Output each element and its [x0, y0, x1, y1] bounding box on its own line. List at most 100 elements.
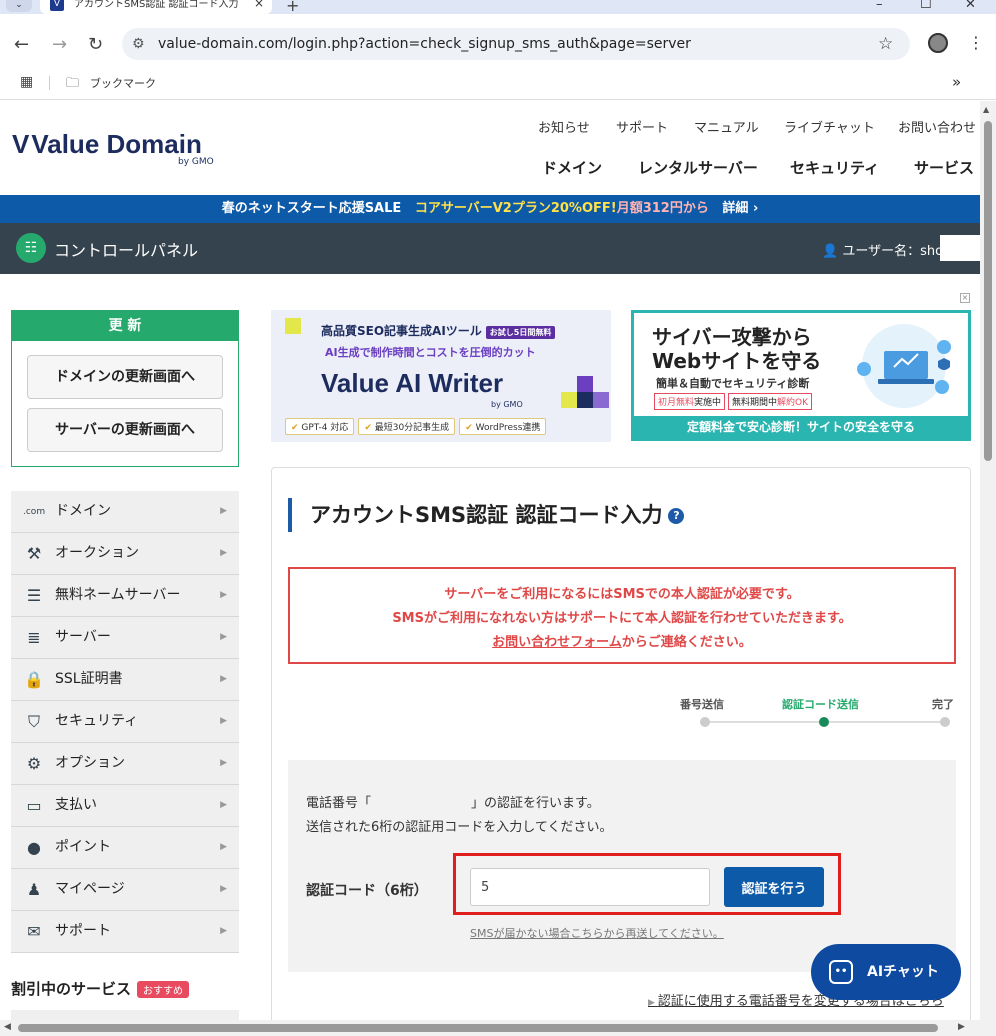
banner-detail-link[interactable]: 詳細 › — [722, 201, 758, 216]
warning-line: サーバーをご利用になるにはSMSでの本人認証が必要です。 — [444, 587, 800, 602]
main-nav-service[interactable]: サービス — [914, 157, 974, 178]
sidebar-item-label: 支払い — [55, 797, 97, 813]
util-nav-contact[interactable]: お問い合わせ — [898, 117, 976, 136]
chevron-right-icon: ▶ — [220, 842, 227, 852]
back-icon[interactable]: ← — [14, 34, 29, 55]
util-nav-support[interactable]: サポート — [616, 117, 668, 136]
sidebar-item-point[interactable]: ● ポイント ▶ — [11, 827, 239, 869]
sidebar-item-label: オークション — [55, 545, 139, 561]
sidebar-item-support[interactable]: ✉ サポート ▶ — [11, 911, 239, 953]
verify-button[interactable]: 認証を行う — [724, 867, 824, 907]
new-tab-icon[interactable]: + — [286, 0, 299, 15]
control-panel-title[interactable]: コントロールパネル — [54, 237, 198, 261]
ad1-features: GPT-4 対応最短30分記事生成WordPress連携 — [285, 418, 550, 435]
sidebar-item-label: サポート — [55, 923, 111, 939]
main-nav-security[interactable]: セキュリティ — [790, 157, 879, 178]
logo-gmo: by GMO — [178, 157, 214, 167]
ad2-headline: サイバー攻撃から Webサイトを守る — [652, 325, 822, 373]
chevron-right-icon: ▶ — [220, 632, 227, 642]
sidebar-item-server[interactable]: ≣ サーバー ▶ — [11, 617, 239, 659]
ai-writer-ad[interactable]: 高品質SEO記事生成AIツール お試し5日間無料 AI生成で制作時間とコストを圧倒… — [271, 310, 611, 442]
sale-banner[interactable]: 春のネットスタート応援SALE コアサーバーV2プラン20%OFF!月額312円… — [0, 195, 980, 223]
main-nav-domain[interactable]: ドメイン — [542, 157, 602, 178]
maximize-icon[interactable]: ☐ — [920, 0, 932, 12]
window-close-icon[interactable]: ✕ — [965, 0, 976, 12]
address-bar[interactable]: ⚙ value-domain.com/login.php?action=chec… — [122, 28, 910, 60]
scroll-right-icon[interactable]: ▶ — [958, 1022, 965, 1032]
ai-chat-button[interactable]: •• AIチャット — [811, 944, 961, 1000]
minimize-icon[interactable]: – — [876, 0, 883, 12]
contact-form-link[interactable]: お問い合わせフォーム — [492, 635, 622, 650]
scroll-left-icon[interactable]: ◀ — [4, 1022, 11, 1032]
horizontal-scrollbar[interactable]: ◀ ▶ — [0, 1020, 996, 1036]
browser-tab-strip: ⌄ V アカウントSMS認証 認証コード入力 × + – ☐ ✕ — [0, 0, 996, 15]
lock-icon: 🔒 — [24, 670, 44, 689]
sidebar-item-mypage[interactable]: ♟ マイページ ▶ — [11, 869, 239, 911]
ad-close-icon[interactable]: × — [960, 293, 970, 303]
menu-icon[interactable]: ⋮ — [968, 33, 984, 52]
horizontal-scroll-thumb[interactable] — [18, 1024, 938, 1032]
mail-icon: ✉ — [27, 922, 41, 941]
help-icon[interactable]: ? — [668, 508, 685, 524]
gavel-icon: ⚒ — [26, 544, 42, 563]
domain-renew-button[interactable]: ドメインの更新画面へ — [27, 355, 223, 399]
reload-icon[interactable]: ↻ — [88, 34, 103, 55]
tab-close-icon[interactable]: × — [254, 0, 264, 9]
user-icon: 👤 — [822, 244, 839, 259]
bookmarks-divider — [49, 76, 50, 90]
site-info-icon[interactable]: ⚙ — [132, 28, 145, 60]
vertical-scroll-thumb[interactable] — [984, 121, 992, 461]
banner-plan-text: コアサーバーV2プラン20%OFF! — [414, 201, 617, 216]
ad1-trial-tag: お試し5日間無料 — [485, 326, 556, 339]
tab-search-button[interactable]: ⌄ — [6, 0, 32, 12]
step-label-complete: 完了 — [932, 698, 954, 711]
folder-icon[interactable]: 🗀 — [66, 74, 79, 96]
user-name[interactable]: 👤 ユーザー名：sho — [822, 240, 943, 259]
sidebar-item-option[interactable]: ⚙ オプション ▶ — [11, 743, 239, 785]
server-renew-button[interactable]: サーバーの更新画面へ — [27, 408, 223, 452]
sidebar-item-ssl[interactable]: 🔒 SSL証明書 ▶ — [11, 659, 239, 701]
ad1-logo-sub: by GMO — [491, 400, 523, 409]
verification-code-input[interactable] — [470, 868, 710, 906]
instruction-line: 電話番号「 」の認証を行います。 — [306, 796, 600, 811]
chevron-right-icon: ▶ — [220, 758, 227, 768]
bookmarks-folder-label[interactable]: ブックマーク — [90, 75, 156, 91]
util-nav-news[interactable]: お知らせ — [538, 117, 590, 136]
ai-chat-label: AIチャット — [867, 964, 939, 980]
profile-icon[interactable] — [928, 33, 948, 53]
banner-sale-text: 春のネットスタート応援SALE — [221, 201, 402, 216]
nameserver-icon: ☰ — [26, 586, 42, 605]
sidebar-item-domain[interactable]: .com ドメイン ▶ — [11, 491, 239, 533]
browser-tab[interactable]: V アカウントSMS認証 認証コード入力 × — [40, 0, 272, 14]
value-domain-logo[interactable]: VValue Domain — [12, 129, 202, 160]
apps-icon[interactable]: ▦ — [20, 74, 33, 90]
page-title: アカウントSMS認証 認証コード入力? — [288, 498, 685, 532]
star-icon[interactable]: ☆ — [878, 34, 893, 54]
ad2-tags: 初月無料実施中 無料期間中解約OK — [654, 393, 815, 410]
com-icon: .com — [23, 507, 46, 517]
logo-v-icon: V — [12, 129, 30, 159]
security-laptop-illustration-icon — [857, 324, 951, 408]
sidebar-item-label: セキュリティ — [55, 713, 139, 729]
chevron-right-icon: ▶ — [220, 548, 227, 558]
main-nav-server[interactable]: レンタルサーバー — [638, 157, 758, 178]
util-nav-manual[interactable]: マニュアル — [694, 117, 759, 136]
sidebar-item-payment[interactable]: ▭ 支払い ▶ — [11, 785, 239, 827]
vertical-scrollbar[interactable]: ▲ — [980, 101, 996, 1023]
site-header: VValue Domain by GMO お知らせ サポート マニュアル ライブ… — [0, 101, 980, 195]
step-label-send-number: 番号送信 — [680, 698, 724, 711]
card-icon: ▭ — [26, 796, 42, 815]
bookmarks-overflow-icon[interactable]: » — [952, 73, 961, 91]
forward-icon[interactable]: → — [52, 34, 67, 55]
util-nav-livechat[interactable]: ライブチャット — [784, 117, 875, 136]
sidebar-item-label: マイページ — [55, 881, 125, 897]
sidebar-item-nameserver[interactable]: ☰ 無料ネームサーバー ▶ — [11, 575, 239, 617]
resend-sms-link[interactable]: SMSが届かない場合こちらから再送してください。 — [470, 925, 724, 941]
sidebar-item-auction[interactable]: ⚒ オークション ▶ — [11, 533, 239, 575]
scroll-up-icon[interactable]: ▲ — [983, 105, 989, 114]
sidebar-item-security[interactable]: ⛉ セキュリティ ▶ — [11, 701, 239, 743]
renew-box: 更 新 ドメインの更新画面へ サーバーの更新画面へ — [11, 310, 239, 467]
security-ad[interactable]: サイバー攻撃から Webサイトを守る 簡単＆自動でセキュリティ診断 初月無料実施中… — [631, 310, 971, 441]
decor-square — [285, 318, 301, 334]
url-text: value-domain.com/login.php?action=check_… — [158, 36, 691, 52]
